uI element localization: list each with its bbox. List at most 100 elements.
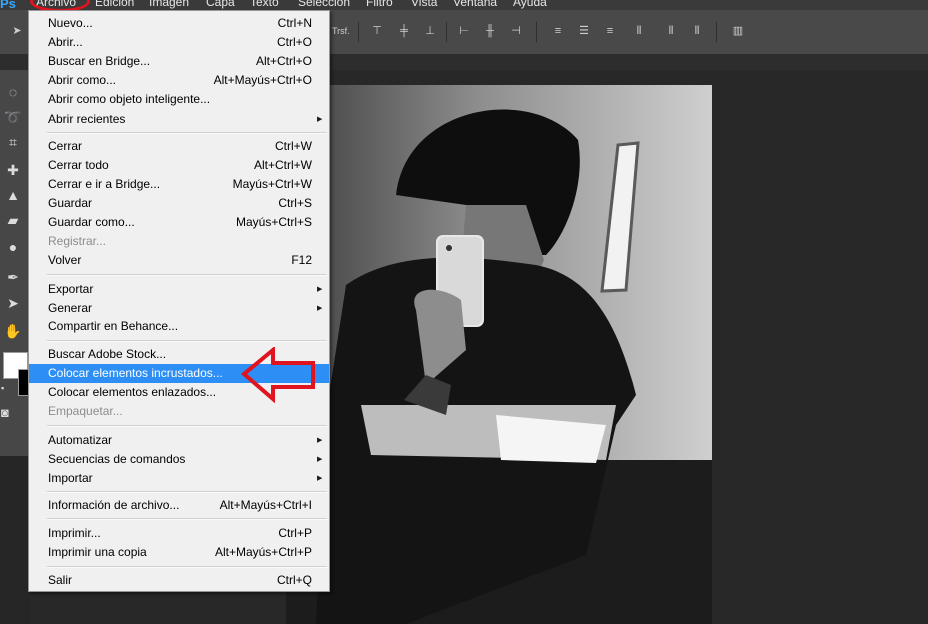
align-horizontal-center-icon[interactable]: ╫	[483, 24, 497, 38]
photo-illustration	[286, 85, 712, 624]
path-selection-tool-icon[interactable]: ➤	[2, 294, 24, 312]
blur-tool-icon[interactable]: ●	[2, 238, 24, 256]
menu-filtro[interactable]: Filtro	[366, 0, 393, 9]
menu-capa[interactable]: Capa	[206, 0, 235, 9]
menu-item-shortcut: Mayús+Ctrl+S	[235, 215, 312, 229]
menu-item-cerrar-e-ir-a-bridge[interactable]: Cerrar e ir a Bridge... Mayús+Ctrl+W	[29, 175, 329, 194]
menu-item-shortcut: Alt+Mayús+Ctrl+P	[214, 545, 312, 559]
lasso-tool-icon[interactable]: ➰	[2, 108, 24, 126]
menu-item-label: Abrir recientes	[48, 112, 126, 126]
menu-item-generar[interactable]: Generar ▶	[29, 299, 329, 318]
menu-item-shortcut: Ctrl+N	[277, 16, 312, 30]
menu-item-volver[interactable]: Volver F12	[29, 251, 329, 270]
menu-texto[interactable]: Texto	[250, 0, 279, 9]
menu-separator	[47, 566, 327, 568]
menu-item-imprimir-una-copia[interactable]: Imprimir una copia Alt+Mayús+Ctrl+P	[29, 543, 329, 562]
distribute-left-icon[interactable]: ⦀	[632, 24, 646, 38]
healing-brush-tool-icon[interactable]: ✚	[2, 161, 24, 179]
menu-item-label: Guardar como...	[48, 215, 135, 229]
clone-stamp-tool-icon[interactable]: ▲	[2, 186, 24, 204]
menu-item-compartir-en-behance[interactable]: Compartir en Behance...	[29, 317, 329, 336]
menu-item-buscar-en-bridge[interactable]: Buscar en Bridge... Alt+Ctrl+O	[29, 52, 329, 71]
divider	[358, 22, 359, 42]
menu-edicion[interactable]: Edición	[95, 0, 134, 9]
menu-item-exportar[interactable]: Exportar ▶	[29, 280, 329, 299]
menu-separator	[47, 340, 327, 342]
menu-item-shortcut: Mayús+Ctrl+W	[232, 177, 312, 191]
menu-item-label: Salir	[48, 573, 73, 587]
menu-item-shortcut: F12	[291, 253, 312, 267]
menu-item-shortcut: Alt+Mayús+Ctrl+O	[213, 73, 312, 87]
distribute-bottom-icon[interactable]: ≡	[603, 24, 617, 38]
menu-item-secuencias-de-comandos[interactable]: Secuencias de comandos ▶	[29, 450, 329, 469]
menu-item-informacion-de-archivo[interactable]: Información de archivo... Alt+Mayús+Ctrl+…	[29, 496, 329, 515]
document-photo[interactable]	[286, 85, 712, 624]
crop-tool-icon[interactable]: ⌗	[2, 133, 24, 151]
menu-item-abrir-como[interactable]: Abrir como... Alt+Mayús+Ctrl+O	[29, 71, 329, 90]
menu-item-guardar-como[interactable]: Guardar como... Mayús+Ctrl+S	[29, 213, 329, 232]
align-vertical-center-icon[interactable]: ╪	[397, 24, 411, 38]
red-arrow-annotation	[240, 347, 315, 403]
photoshop-logo: Ps	[0, 0, 16, 10]
default-colors-icon[interactable]: ▪	[1, 383, 4, 393]
menu-seleccion[interactable]: Selección	[298, 0, 350, 9]
menu-vista[interactable]: Vista	[411, 0, 437, 9]
menu-item-label: Empaquetar...	[48, 404, 123, 418]
divider	[716, 22, 717, 42]
submenu-arrow-icon: ▶	[317, 475, 323, 482]
menu-separator	[47, 518, 327, 520]
menu-item-cerrar[interactable]: Cerrar Ctrl+W	[29, 137, 329, 156]
eraser-tool-icon[interactable]: ▰	[2, 211, 24, 229]
menu-item-abrir-recientes[interactable]: Abrir recientes ▶	[29, 110, 329, 129]
menu-item-shortcut: Ctrl+P	[278, 526, 312, 540]
menu-imagen[interactable]: Imagen	[149, 0, 189, 9]
menu-item-label: Buscar en Bridge...	[48, 54, 151, 68]
distribute-horizontal-center-icon[interactable]: ⦀	[664, 24, 678, 38]
menu-bar: Ps Archivo Edición Imagen Capa Texto Sel…	[0, 0, 928, 10]
menu-item-label: Cerrar todo	[48, 158, 109, 172]
align-left-icon[interactable]: ⊢	[457, 24, 471, 38]
menu-item-label: Guardar	[48, 196, 93, 210]
menu-item-abrir[interactable]: Abrir... Ctrl+O	[29, 33, 329, 52]
menu-separator	[47, 491, 327, 493]
menu-item-label: Colocar elementos incrustados...	[48, 366, 223, 380]
marquee-tool-icon[interactable]: ◌	[2, 83, 24, 101]
menu-item-shortcut: Ctrl+S	[278, 196, 312, 210]
menu-item-shortcut: Alt+Ctrl+O	[255, 54, 312, 68]
menu-item-shortcut: Ctrl+Q	[276, 573, 312, 587]
menu-item-shortcut: Ctrl+O	[276, 35, 312, 49]
red-circle-annotation	[30, 0, 90, 10]
menu-ventana[interactable]: Ventana	[453, 0, 497, 9]
menu-item-automatizar[interactable]: Automatizar ▶	[29, 431, 329, 450]
menu-item-importar[interactable]: Importar ▶	[29, 469, 329, 488]
menu-separator	[47, 132, 327, 134]
menu-item-salir[interactable]: Salir Ctrl+Q	[29, 571, 329, 590]
move-tool-icon[interactable]: ➤	[10, 24, 24, 38]
menu-item-abrir-como-objeto-inteligente[interactable]: Abrir como objeto inteligente...	[29, 90, 329, 109]
menu-item-shortcut: Ctrl+W	[275, 139, 312, 153]
pen-tool-icon[interactable]: ✒	[2, 268, 24, 286]
menu-item-cerrar-todo[interactable]: Cerrar todo Alt+Ctrl+W	[29, 156, 329, 175]
distribute-top-icon[interactable]: ≡	[551, 24, 565, 38]
transform-controls-label: Trsf.	[332, 26, 350, 36]
distribute-vertical-center-icon[interactable]: ☰	[577, 24, 591, 38]
menu-item-label: Buscar Adobe Stock...	[48, 347, 167, 361]
hand-tool-icon[interactable]: ✋	[2, 322, 24, 340]
menu-item-guardar[interactable]: Guardar Ctrl+S	[29, 194, 329, 213]
quick-mask-icon[interactable]: ◙	[1, 405, 9, 420]
menu-item-label: Imprimir...	[48, 526, 101, 540]
menu-item-empaquetar: Empaquetar...	[29, 402, 329, 421]
align-right-icon[interactable]: ⊣	[509, 24, 523, 38]
menu-item-nuevo[interactable]: Nuevo... Ctrl+N	[29, 14, 329, 33]
align-bottom-icon[interactable]: ⊥	[423, 24, 437, 38]
distribute-right-icon[interactable]: ⦀	[690, 24, 704, 38]
auto-align-layers-icon[interactable]: ▥	[731, 24, 745, 38]
menu-item-imprimir[interactable]: Imprimir... Ctrl+P	[29, 524, 329, 543]
align-top-icon[interactable]: ⊤	[370, 24, 384, 38]
submenu-arrow-icon: ▶	[317, 456, 323, 463]
menu-ayuda[interactable]: Ayuda	[513, 0, 547, 9]
menu-item-shortcut: Alt+Mayús+Ctrl+I	[219, 498, 312, 512]
menu-item-label: Volver	[48, 253, 82, 267]
menu-item-label: Abrir...	[48, 35, 83, 49]
menu-item-label: Cerrar	[48, 139, 83, 153]
